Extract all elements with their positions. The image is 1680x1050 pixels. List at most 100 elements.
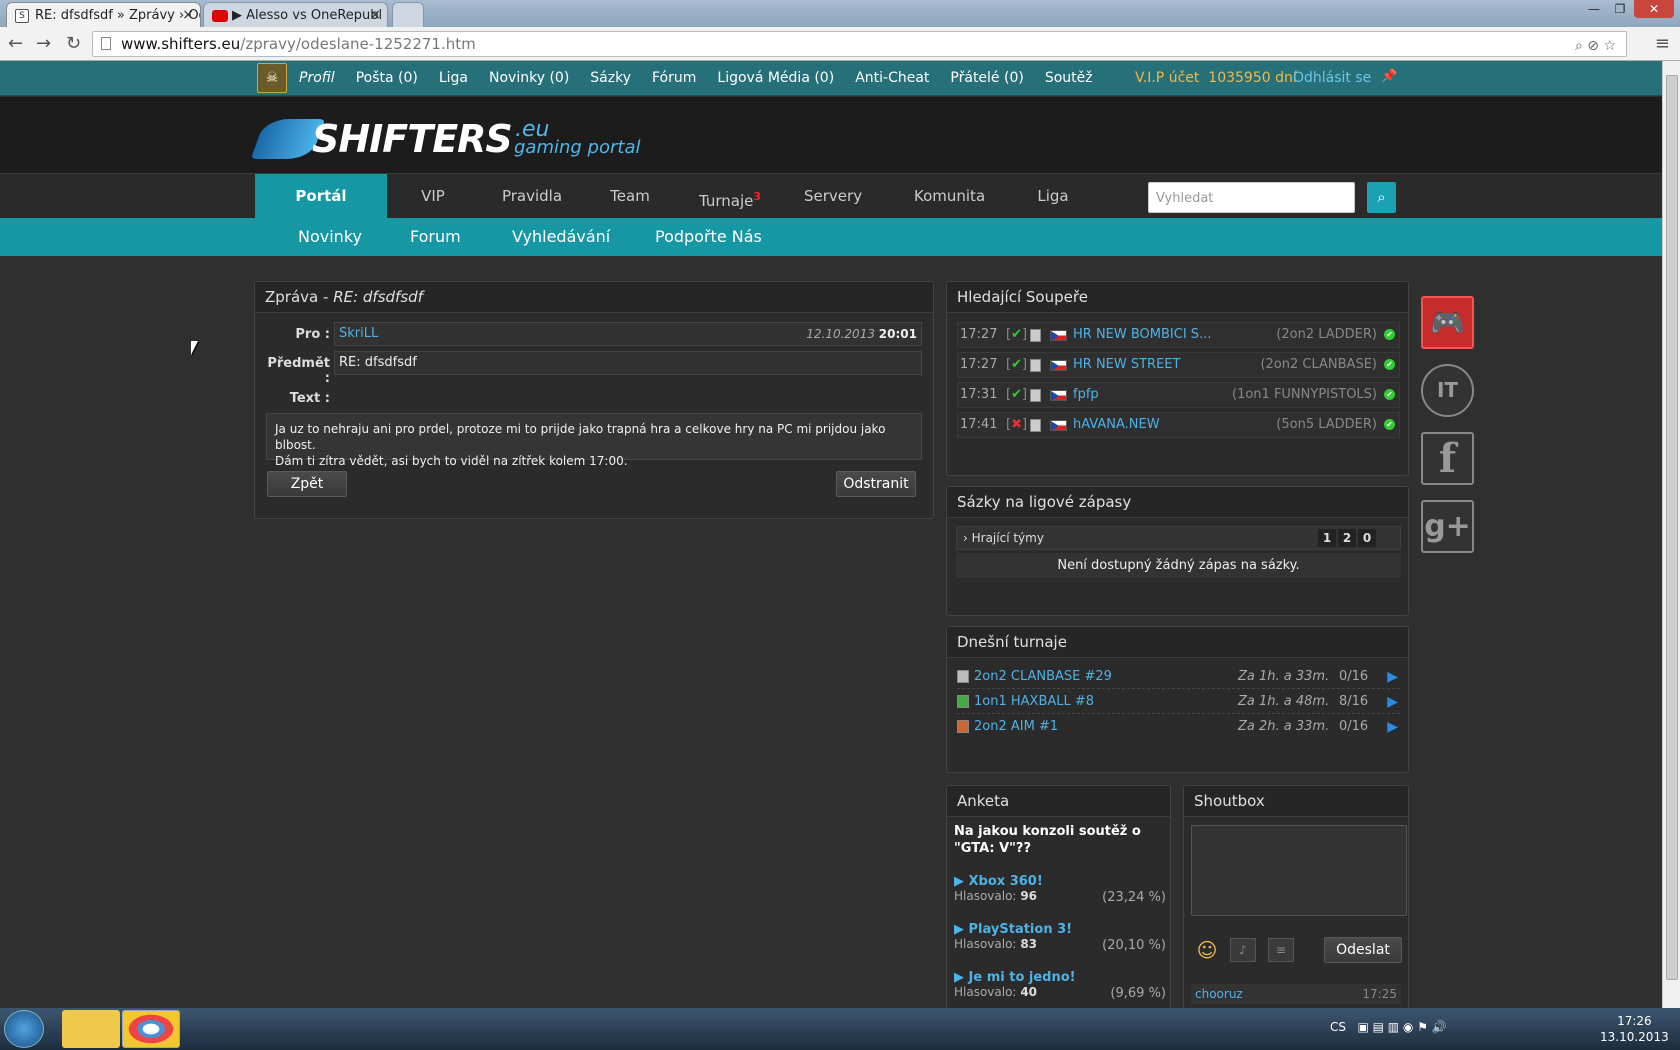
logo-text: SHIFTERS [312,117,513,161]
tournament-row[interactable]: 1on1 HAXBALL #8 Za 1h. a 48m. 8/16 ▶ [957,690,1400,714]
close-window-icon[interactable]: ✕ [1634,0,1674,18]
scrollbar-thumb[interactable] [1666,75,1678,980]
bets-empty-message: Není dostupný žádný zápas na sázky. [956,553,1401,578]
subnav-podporte-nas[interactable]: Podpořte Nás [655,227,762,246]
poll-option[interactable]: ▶ Je mi to jedno! Hlasovalo: 40 (9,69 %) [954,970,1166,1001]
message-text-line2: Dám ti zítra vědět, asi bych to viděl na… [275,454,628,468]
opp-name[interactable]: fpfp [1073,383,1099,407]
smiley-icon[interactable]: ☺ [1192,936,1222,964]
opponent-row[interactable]: 17:27 [✔] HR NEW STREET (2on2 CLANBASE) … [957,352,1400,378]
opponent-row[interactable]: 17:27 [✔] HR NEW BOMBICI S... (2on2 LADD… [957,322,1400,348]
search-icon[interactable]: ⌕ [1367,182,1396,213]
pin-icon[interactable]: 📌 [1381,69,1397,84]
game-icon [1030,419,1041,432]
poll-option[interactable]: ▶ Xbox 360! Hlasovalo: 96 (23,24 %) [954,874,1166,905]
poll-option-label[interactable]: ▶ PlayStation 3! [954,922,1166,937]
menu-liga[interactable]: Liga [439,70,468,86]
format-icon[interactable]: ≡ [1268,938,1294,962]
shoutbox-input[interactable] [1191,825,1407,916]
minimize-icon[interactable]: — [1582,0,1606,18]
nav-liga[interactable]: Liga [1036,174,1070,219]
shout-send-button[interactable]: Odeslat [1324,937,1402,963]
poll-option[interactable]: ▶ PlayStation 3! Hlasovalo: 83 (20,10 %) [954,922,1166,953]
forward-arrow-icon[interactable]: → [36,33,51,54]
url-path: /zpravy/odeslane-1252271.htm [240,35,476,53]
menu-profil[interactable]: Profil [299,70,335,86]
search-input[interactable]: Vyhledat [1148,182,1355,213]
omnibox-icons[interactable]: ⌕ ⊘ ☆ [1575,34,1616,58]
nav-vip[interactable]: VIP [410,174,456,219]
delete-button[interactable]: Odstranit [836,471,916,497]
chrome-icon[interactable] [122,1010,180,1048]
it-icon[interactable]: IT [1421,364,1474,417]
subnav-forum[interactable]: Forum [410,227,461,246]
start-button-icon[interactable] [4,1010,44,1048]
online-icon: ✔ [1384,419,1395,430]
tournament-count: 8/16 [1339,694,1369,709]
opp-name[interactable]: HR NEW STREET [1073,353,1180,377]
menu-icon[interactable]: ≡ [1655,33,1670,54]
avatar[interactable]: ☠ [257,63,287,93]
google-plus-icon[interactable]: g+ [1421,500,1474,553]
poll-option-label[interactable]: ▶ Xbox 360! [954,874,1166,889]
nav-turnaje[interactable]: Turnaje3 [694,174,766,219]
nav-team[interactable]: Team [606,174,654,219]
bets-header[interactable]: › Hrající týmy 1 2 0 [956,526,1401,550]
opp-name[interactable]: hAVANA.NEW [1073,413,1160,437]
play-icon[interactable]: ▶ [1387,715,1398,739]
tray-icons[interactable]: ▣ ▤ ▥ ◉ ⚑ 🔊 [1357,1020,1446,1034]
opponent-row[interactable]: 17:31 [✔] fpfp (1on1 FUNNYPISTOLS) ✔ [957,382,1400,408]
play-icon[interactable]: ▶ [1387,665,1398,689]
message-title: Zpráva - RE: dfsdfsdf [255,282,933,313]
subnav-novinky[interactable]: Novinky [298,227,362,246]
site-logo[interactable]: SHIFTERS .eu gaming portal [250,115,648,161]
menu-posta[interactable]: Pošta (0) [356,70,418,86]
opponent-row[interactable]: 17:41 [✖] hAVANA.NEW (5on5 LADDER) ✔ [957,412,1400,438]
tournament-row[interactable]: 2on2 CLANBASE #29 Za 1h. a 33m. 0/16 ▶ [957,665,1400,689]
clock[interactable]: 17:26 13.10.2013 [1600,1013,1669,1045]
url-input[interactable]: www.shifters.eu/zpravy/odeslane-1252271.… [92,31,1627,57]
reload-icon[interactable]: ↻ [66,33,81,54]
vip-status[interactable]: V.I.P účet 1035950 dní [1135,70,1297,86]
menu-anti-cheat[interactable]: Anti-Cheat [855,70,929,86]
text-label: Text : [289,391,330,406]
tournament-name[interactable]: 2on2 AIM #1 [974,715,1058,739]
recipient-link[interactable]: SkriLL [339,326,378,341]
nav-pravidla[interactable]: Pravidla [500,174,564,219]
browser-tab-active[interactable]: S RE: dfsdfsdf » Zprávy › Od × [6,2,201,28]
menu-soutez[interactable]: Soutěž [1045,70,1093,86]
opp-time: 17:31 [960,387,998,402]
explorer-icon[interactable] [62,1010,120,1048]
shout-user[interactable]: chooruz [1195,987,1243,1001]
new-tab-button[interactable] [392,2,424,28]
menu-ligova-media[interactable]: Ligová Média (0) [717,70,834,86]
poll-option-label[interactable]: ▶ Je mi to jedno! [954,970,1166,985]
tournament-row[interactable]: 2on2 AIM #1 Za 2h. a 33m. 0/16 ▶ [957,715,1400,739]
browser-tab[interactable]: ▶ Alesso vs OneRepubl × [203,2,388,28]
language-indicator[interactable]: CS [1330,1020,1346,1034]
address-bar: ← → ↻ www.shifters.eu/zpravy/odeslane-12… [0,27,1680,61]
back-arrow-icon[interactable]: ← [8,33,23,54]
menu-sazky[interactable]: Sázky [590,70,631,86]
nav-komunita[interactable]: Komunita [914,174,985,219]
gamepad-icon[interactable]: 🎮 [1421,296,1474,349]
tournament-name[interactable]: 1on1 HAXBALL #8 [974,690,1094,714]
tab-close-icon[interactable]: × [369,7,381,23]
logout-link[interactable]: Odhlásit se [1293,70,1371,86]
subnav-vyhledavani[interactable]: Vyhledávání [512,227,610,246]
menu-forum[interactable]: Fórum [652,70,696,86]
online-icon: ✔ [1384,359,1395,370]
nav-portal[interactable]: Portál [255,174,387,219]
back-button[interactable]: Zpět [267,471,347,497]
maximize-icon[interactable]: ❐ [1608,0,1632,18]
menu-novinky[interactable]: Novinky (0) [489,70,569,86]
play-icon[interactable]: ▶ [1387,690,1398,714]
page-scrollbar[interactable] [1662,61,1680,1008]
tournament-name[interactable]: 2on2 CLANBASE #29 [974,665,1112,689]
nav-servery[interactable]: Servery [804,174,862,219]
opp-name[interactable]: HR NEW BOMBICI S... [1073,323,1211,347]
facebook-icon[interactable]: f [1421,432,1474,485]
menu-pratele[interactable]: Přátelé (0) [950,70,1023,86]
tab-close-icon[interactable]: × [182,7,194,23]
bbcode-icon[interactable]: ♪ [1230,938,1256,962]
